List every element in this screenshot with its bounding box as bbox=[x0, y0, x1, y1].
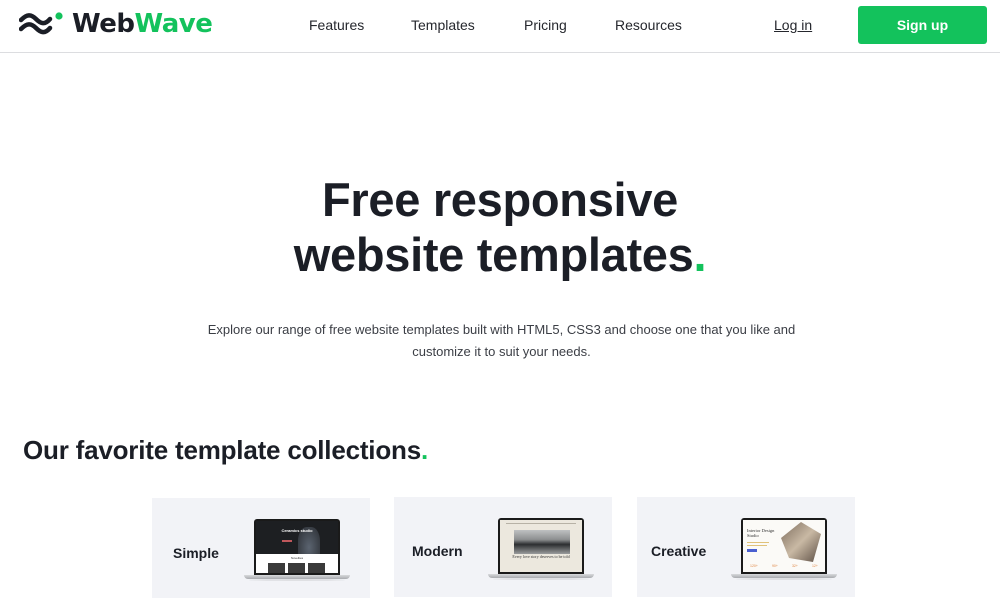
site-header: WebWave Features Templates Pricing Resou… bbox=[0, 0, 1000, 53]
hero-title: Free responsive website templates. bbox=[0, 172, 1000, 282]
preview-section-label: Novelties bbox=[290, 556, 304, 560]
preview-button bbox=[747, 549, 757, 552]
preview-wedding: Every love story deserves to be told bbox=[500, 520, 582, 572]
laptop-preview: Every love story deserves to be told bbox=[488, 518, 594, 580]
card-label: Modern bbox=[412, 543, 463, 559]
preview-stats: 120+ 90+ 32+ 12+ bbox=[743, 564, 825, 568]
product-thumb bbox=[268, 563, 285, 573]
preview-photo bbox=[514, 530, 570, 554]
nav-templates[interactable]: Templates bbox=[411, 17, 475, 33]
preview-headline: Interior Design Studio bbox=[747, 528, 775, 538]
laptop-shadow bbox=[736, 578, 832, 580]
stat-value: 120+ bbox=[750, 564, 758, 568]
wave-logo-icon bbox=[19, 12, 63, 35]
laptop-preview: Interior Design Studio 120+ 90+ 32+ 12+ bbox=[731, 518, 837, 580]
collection-card-creative[interactable]: Creative Interior Design Studio 120+ 90+… bbox=[637, 497, 855, 597]
laptop-shadow bbox=[493, 578, 589, 580]
preview-button bbox=[282, 540, 292, 542]
nav-pricing[interactable]: Pricing bbox=[524, 17, 567, 33]
product-thumb bbox=[288, 563, 305, 573]
hero-title-dot: . bbox=[693, 228, 707, 281]
brand-logo[interactable]: WebWave bbox=[19, 8, 213, 40]
preview-nav bbox=[506, 523, 576, 524]
preview-text-line bbox=[747, 545, 767, 546]
hero-title-line1: Free responsive bbox=[321, 173, 678, 226]
stat-value: 90+ bbox=[771, 564, 778, 568]
collection-card-modern[interactable]: Modern Every love story deserves to be t… bbox=[394, 497, 612, 597]
collections-title-dot: . bbox=[420, 435, 428, 465]
card-label: Simple bbox=[173, 545, 219, 561]
laptop-screen: Every love story deserves to be told bbox=[498, 518, 584, 574]
brand-name-wave: Wave bbox=[134, 9, 213, 39]
card-label: Creative bbox=[651, 543, 707, 559]
laptop-shadow bbox=[249, 579, 345, 581]
signup-button[interactable]: Sign up bbox=[858, 6, 987, 44]
nav-resources[interactable]: Resources bbox=[615, 17, 682, 33]
laptop-preview: Ceramics studio Novelties bbox=[244, 519, 350, 581]
preview-text-line bbox=[747, 542, 769, 543]
preview-caption: Every love story deserves to be told bbox=[512, 554, 570, 559]
preview-ceramics: Ceramics studio Novelties bbox=[256, 521, 338, 573]
hero-subtitle: Explore our range of free website templa… bbox=[207, 322, 796, 359]
login-link[interactable]: Log in bbox=[774, 17, 812, 33]
preview-interior: Interior Design Studio 120+ 90+ 32+ 12+ bbox=[743, 520, 825, 572]
hero-title-line2: website templates bbox=[293, 228, 694, 281]
brand-name-web: Web bbox=[72, 9, 135, 39]
preview-collage bbox=[781, 522, 821, 562]
collections-title-text: Our favorite template collections bbox=[23, 435, 421, 465]
laptop-screen: Interior Design Studio 120+ 90+ 32+ 12+ bbox=[741, 518, 827, 574]
collections-title: Our favorite template collections. bbox=[23, 435, 428, 466]
stat-value: 12+ bbox=[811, 564, 818, 568]
preview-headline: Ceramics studio bbox=[281, 528, 313, 533]
brand-name: WebWave bbox=[72, 9, 213, 39]
product-thumb bbox=[308, 563, 325, 573]
laptop-screen: Ceramics studio Novelties bbox=[254, 519, 340, 575]
stat-value: 32+ bbox=[791, 564, 798, 568]
nav-features[interactable]: Features bbox=[309, 17, 364, 33]
collection-card-simple[interactable]: Simple Ceramics studio Novelties bbox=[152, 498, 370, 598]
preview-section: Novelties bbox=[256, 554, 338, 573]
